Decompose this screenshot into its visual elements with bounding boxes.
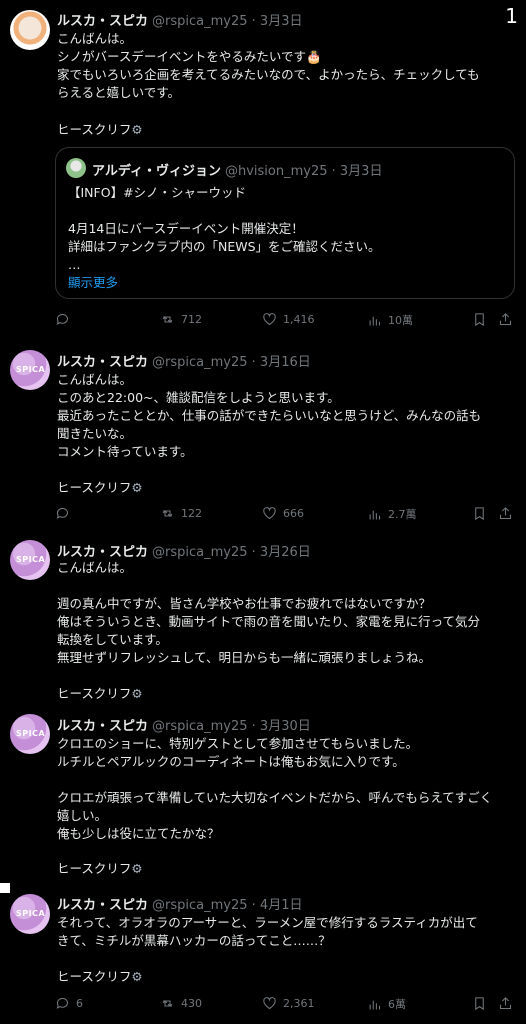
tweet-text: こんばんは。 このあと22:00~、雑談配信をしようと思います。 最近あったこと… [57,372,482,459]
gear-icon: ⚙ [131,686,143,701]
tweet-5[interactable]: ルスカ・スピカ @rspica_my25 · 4月1日 それって、オラオラのアーサ… [0,884,526,1024]
signature: ヒースクリフ⚙ [57,122,143,137]
tweet-text: こんばんは。 週の真ん中ですが、皆さん学校やお仕事でお疲れではないですか？ 俺は… [57,560,481,665]
heart-icon [263,313,276,326]
tweet-4[interactable]: ルスカ・スピカ @rspica_my25 · 3月30日 クロエのショーに、特別ゲ… [0,708,526,880]
quote-author-name: アルディ・ヴィジョン [92,164,221,179]
heart-icon [263,507,276,520]
avatar[interactable] [10,350,50,390]
gear-icon: ⚙ [131,969,143,984]
share-icon [499,997,512,1010]
views-button[interactable]: 10萬 [367,312,413,328]
tweet-header: ルスカ・スピカ @rspica_my25 · 3月30日 [57,715,311,734]
author-handle[interactable]: @rspica_my25 · 3月30日 [152,719,311,734]
tweet-date: 4月1日 [259,898,303,913]
reply-icon [56,997,69,1009]
reply-icon [56,313,69,325]
show-more-link[interactable]: 顯示更多 [68,272,118,291]
tweet-3[interactable]: ルスカ・スピカ @rspica_my25 · 3月26日 こんばんは。 週の真ん中… [0,536,526,708]
share-button[interactable] [498,996,513,1011]
analytics-icon [369,510,381,519]
quote-header: アルディ・ヴィジョン @hvision_my25 · 3月3日 [92,160,382,179]
retweet-button[interactable]: 122 [160,506,202,521]
like-button[interactable]: 1,416 [262,312,315,327]
avatar[interactable] [10,714,50,754]
tweet-header: ルスカ・スピカ @rspica_my25 · 3月16日 [57,351,311,370]
avatar[interactable] [10,10,50,50]
bookmark-icon [475,507,484,521]
retweet-button[interactable]: 430 [160,996,202,1011]
tweet-actions: 712 1,416 10萬 [55,312,515,332]
avatar[interactable] [10,894,50,934]
tweet-text: クロエのショーに、特別ゲストとして参加させてもらいました。 ルチルとペアルックの… [57,736,493,841]
tweet-actions: 6 430 2,361 6萬 [55,996,515,1016]
tweet-header: ルスカ・スピカ @rspica_my25 · 3月3日 [57,10,302,29]
author-handle[interactable]: @rspica_my25 · 3月16日 [152,355,311,370]
views-button[interactable]: 2.7萬 [367,506,417,522]
gear-icon: ⚙ [131,861,143,876]
bookmark-button[interactable] [472,996,487,1011]
author-handle[interactable]: @rspica_my25 · 4月1日 [152,898,302,913]
signature: ヒースクリフ⚙ [57,480,143,495]
gear-icon: ⚙ [131,480,143,495]
signature: ヒースクリフ⚙ [57,969,143,984]
tweet-actions: 122 666 2.7萬 [55,506,515,526]
author-name[interactable]: ルスカ・スピカ [57,898,148,913]
quoted-tweet[interactable]: アルディ・ヴィジョン @hvision_my25 · 3月3日 【INFO】#シノ… [55,147,515,299]
author-name[interactable]: ルスカ・スピカ [57,355,148,370]
bookmark-icon [475,313,484,327]
tweet-2[interactable]: ルスカ・スピカ @rspica_my25 · 3月16日 こんばんは。 このあと2… [0,340,526,536]
bookmark-icon [475,997,484,1011]
retweet-icon [162,1000,173,1007]
gear-icon: ⚙ [131,122,143,137]
tweet-header: ルスカ・スピカ @rspica_my25 · 4月1日 [57,894,302,913]
tweet-date: 3月26日 [259,545,311,560]
reply-button[interactable] [55,506,76,521]
author-handle[interactable]: @rspica_my25 · 3月3日 [152,14,302,29]
tweet-text: それって、オラオラのアーサーと、ラーメン屋で修行するラスティカが出て きて、ミチ… [57,915,478,948]
reply-button[interactable]: 6 [55,996,83,1011]
like-button[interactable]: 2,361 [262,996,315,1011]
analytics-icon [369,316,381,325]
quote-avatar [66,158,86,178]
tweet-text: こんばんは。 シノがバースデーイベントをやるみたいです🎂 家でもいろいろ企画を考… [57,31,480,100]
quote-author-handle: @hvision_my25 · 3月3日 [224,164,383,179]
like-button[interactable]: 666 [262,506,304,521]
reply-button[interactable] [55,312,76,327]
reply-icon [56,507,69,519]
author-name[interactable]: ルスカ・スピカ [57,719,148,734]
retweet-button[interactable]: 712 [160,312,202,327]
tweet-date: 3月16日 [259,355,311,370]
author-handle[interactable]: @rspica_my25 · 3月26日 [152,545,311,560]
retweet-icon [162,510,173,517]
share-button[interactable] [498,506,513,521]
share-button[interactable] [498,312,513,327]
signature: ヒースクリフ⚙ [57,686,143,701]
tweet-date: 3月3日 [259,14,303,29]
retweet-icon [162,316,173,323]
bookmark-button[interactable] [472,506,487,521]
analytics-icon [369,1000,381,1009]
tweet-date: 3月30日 [259,719,311,734]
author-name[interactable]: ルスカ・スピカ [57,545,148,560]
views-button[interactable]: 6萬 [367,996,406,1012]
quote-text: 【INFO】#シノ・シャーウッド 4月14日にバースデーイベント開催決定！ 詳細… [68,185,381,272]
bookmark-button[interactable] [472,312,487,327]
share-icon [499,507,512,520]
heart-icon [263,997,276,1010]
share-icon [499,313,512,326]
tweet-header: ルスカ・スピカ @rspica_my25 · 3月26日 [57,541,311,560]
signature: ヒースクリフ⚙ [57,861,143,876]
avatar[interactable] [10,540,50,580]
author-name[interactable]: ルスカ・スピカ [57,14,148,29]
tweet-1[interactable]: ルスカ・スピカ @rspica_my25 · 3月3日 こんばんは。 シノがバース… [0,0,526,340]
